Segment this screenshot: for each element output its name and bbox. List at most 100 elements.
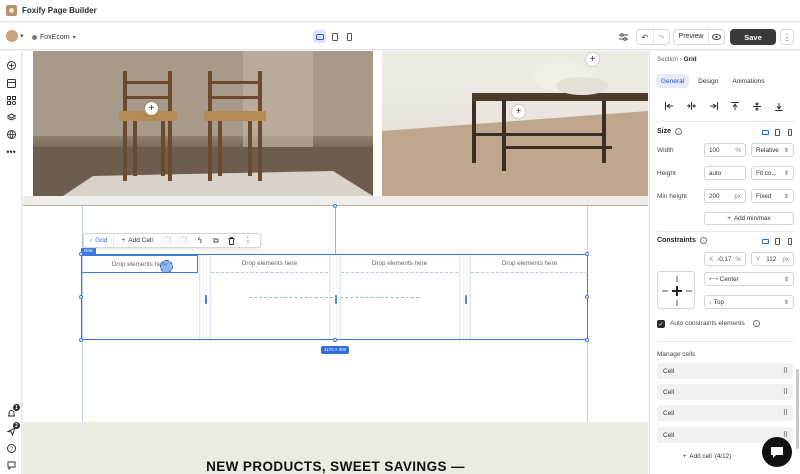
gap-drag-handle[interactable] (465, 295, 467, 304)
align-right-icon[interactable] (706, 100, 720, 112)
align-center-horizontal-icon[interactable] (684, 100, 698, 112)
lightning-icon[interactable]: ϟ (192, 234, 208, 247)
resize-handle[interactable] (585, 338, 589, 342)
promo-headline[interactable]: NEW PRODUCTS, SWEET SAVINGS — (23, 459, 648, 474)
paste-style-icon[interactable]: ❐ (176, 234, 192, 247)
settings-sliders-button[interactable] (616, 30, 630, 44)
mobile-icon[interactable] (785, 128, 794, 137)
mobile-icon (347, 32, 352, 41)
chat-icon[interactable] (5, 459, 17, 471)
grid-cell[interactable]: Drop elements here (471, 255, 588, 273)
copy-style-icon[interactable]: ❐ (160, 234, 176, 247)
column-gap[interactable] (459, 255, 471, 339)
tab-design[interactable]: Design (693, 74, 723, 88)
constraints-widget[interactable] (657, 271, 695, 309)
send-icon[interactable]: 2 (5, 422, 20, 437)
add-content-icon[interactable]: + (586, 53, 599, 66)
resize-handle[interactable] (333, 338, 337, 342)
database-icon[interactable] (5, 128, 17, 140)
more-icon[interactable]: ••• (5, 146, 17, 158)
info-icon[interactable]: i (675, 128, 683, 135)
tab-general[interactable]: General (656, 74, 690, 88)
align-top-icon[interactable] (728, 100, 742, 112)
mobile-icon[interactable] (785, 237, 794, 246)
horizontal-constraint-select[interactable]: ⟷ Center ⇕ (704, 272, 794, 286)
min-height-input[interactable]: 200 px (704, 189, 746, 203)
tablet-icon[interactable] (773, 237, 782, 246)
mobile-view-button[interactable] (343, 30, 356, 43)
info-icon[interactable]: i (753, 320, 760, 327)
cell-list-item[interactable]: Cell ⠿ (657, 363, 793, 379)
bench-product-image[interactable]: + + (382, 51, 648, 196)
align-middle-icon[interactable] (750, 100, 764, 112)
panel-scrollbar[interactable] (796, 369, 799, 449)
tablet-icon[interactable] (773, 128, 782, 137)
add-content-icon[interactable]: + (512, 105, 525, 118)
x-position-input[interactable]: X -0.17 % (704, 252, 746, 266)
align-left-icon[interactable] (662, 100, 676, 112)
auto-constraints-checkbox[interactable]: ✓ (657, 320, 665, 328)
cell-list-item[interactable]: Cell ⠿ (657, 384, 793, 400)
chairs-product-image[interactable]: + (33, 51, 373, 196)
add-min-max-button[interactable]: + Add min/max (704, 212, 794, 225)
resize-handle[interactable] (79, 295, 83, 299)
save-button[interactable]: Save (730, 29, 776, 45)
desktop-icon[interactable] (761, 237, 770, 246)
resize-handle[interactable] (585, 252, 589, 256)
undo-button[interactable]: ↶ (637, 30, 653, 44)
layout-icon[interactable] (5, 77, 17, 89)
redo-button[interactable]: ↷ (652, 30, 670, 44)
duplicate-icon[interactable]: ⧉ (208, 234, 224, 247)
drag-handle-icon[interactable]: ⠿ (783, 409, 788, 417)
more-vertical-icon[interactable]: ⋮ (240, 234, 256, 247)
grid-cell[interactable]: Drop elements here (211, 255, 328, 273)
vertical-constraint-select[interactable]: ↕ Top ⇕ (704, 295, 794, 309)
align-bottom-icon[interactable] (772, 100, 786, 112)
help-icon[interactable]: ? (5, 442, 17, 454)
shop-avatar[interactable] (6, 30, 18, 42)
auto-constraints-label: Auto constraints elements (670, 320, 745, 327)
min-height-mode-select[interactable]: Fixed ⇕ (751, 189, 794, 203)
width-mode-select[interactable]: Relative ⇕ (751, 143, 794, 157)
add-content-icon[interactable]: + (145, 102, 158, 115)
layers-icon[interactable] (5, 111, 17, 123)
resize-handle[interactable] (79, 252, 83, 256)
add-cell-panel-button[interactable]: + Add cell (4/12) (657, 450, 757, 463)
more-options-button[interactable]: ⋮ (780, 29, 794, 45)
bell-icon[interactable]: 1 (5, 404, 20, 419)
grid-cell[interactable]: Drop elements here (341, 255, 458, 273)
grid-cell[interactable]: Drop elements here (81, 255, 198, 273)
tab-animations[interactable]: Animations (727, 74, 769, 88)
gap-drag-handle[interactable] (205, 295, 207, 304)
info-icon[interactable]: i (699, 237, 707, 244)
trash-icon[interactable] (224, 234, 240, 247)
resize-handle[interactable] (585, 295, 589, 299)
min-height-unit: px (734, 192, 741, 200)
tablet-view-button[interactable] (328, 30, 341, 43)
desktop-view-button[interactable] (313, 30, 326, 43)
eye-icon[interactable] (709, 34, 724, 40)
add-icon[interactable] (5, 59, 17, 71)
breadcrumb-parent[interactable]: Section (657, 56, 678, 63)
cell-list-item[interactable]: Cell ⠿ (657, 405, 793, 421)
back-to-grid-button[interactable]: ‹ Grid (84, 234, 115, 247)
constraints-section-title: Constraints i (657, 237, 707, 244)
editor-canvas[interactable]: + + + ‹ Grid + Add Cell ❐ ❐ ϟ ⧉ ⋮ Grid D… (23, 51, 648, 474)
store-selector[interactable]: FoxEcom ▾ (32, 31, 76, 43)
height-label: Height (657, 170, 676, 177)
drag-handle-icon[interactable]: ⠿ (783, 367, 788, 375)
preview-button[interactable]: Preview (674, 30, 709, 44)
live-chat-button[interactable] (762, 437, 792, 467)
desktop-icon[interactable] (761, 128, 770, 137)
chevron-down-icon[interactable]: ▾ (20, 32, 24, 40)
drag-handle-icon[interactable]: ⠿ (783, 388, 788, 396)
height-mode-select[interactable]: Fit co... ⇕ (751, 166, 794, 180)
column-gap[interactable] (199, 255, 211, 339)
resize-handle[interactable] (79, 338, 83, 342)
add-cell-button[interactable]: + Add Cell (114, 234, 159, 247)
y-position-input[interactable]: Y 112 px (751, 252, 794, 266)
width-input[interactable]: 100 % (704, 143, 746, 157)
apps-icon[interactable] (5, 94, 17, 106)
height-input[interactable]: auto (704, 166, 746, 180)
width-unit: % (735, 146, 741, 154)
